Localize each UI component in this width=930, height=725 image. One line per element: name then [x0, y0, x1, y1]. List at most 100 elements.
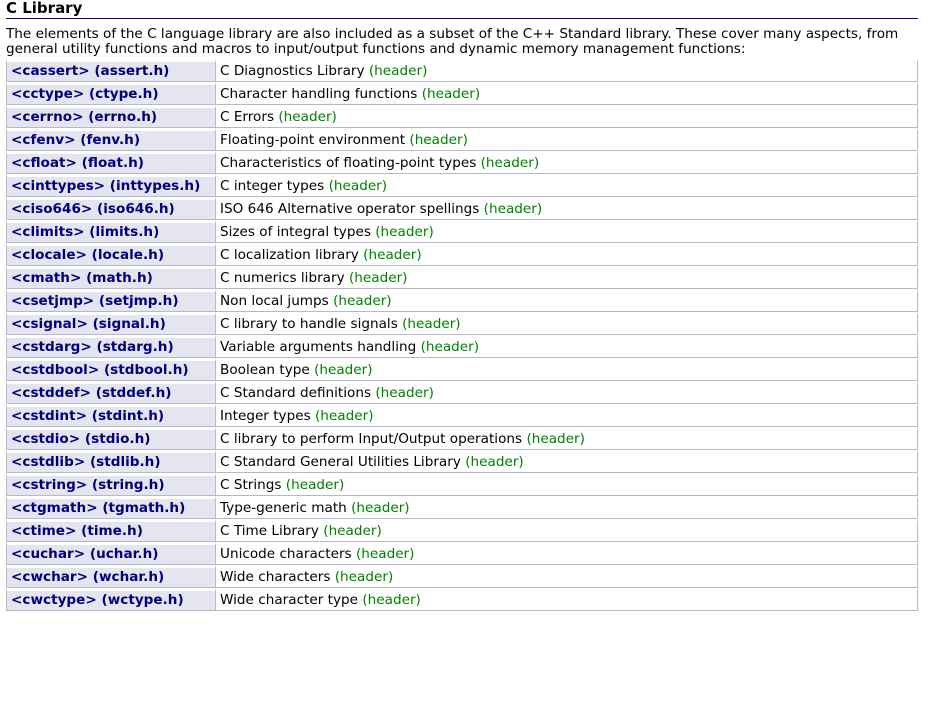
description-text: Wide character type: [220, 592, 359, 608]
header-link[interactable]: <cerrno> (errno.h): [11, 109, 157, 125]
table-row: <cassert> (assert.h) C Diagnostics Libra…: [6, 59, 918, 82]
header-kind-label: (header): [421, 86, 481, 102]
header-link[interactable]: <cstdint> (stdint.h): [11, 408, 164, 424]
header-cell: <cerrno> (errno.h): [6, 105, 216, 128]
header-link[interactable]: <cfenv> (fenv.h): [11, 132, 140, 148]
header-link[interactable]: <cstdlib> (stdlib.h): [11, 454, 161, 470]
header-cell: <cfloat> (float.h): [6, 151, 216, 174]
description-cell: Boolean type (header): [216, 358, 918, 381]
description-cell: Character handling functions (header): [216, 82, 918, 105]
header-link[interactable]: <cstdbool> (stdbool.h): [11, 362, 189, 378]
header-cell: <ctgmath> (tgmath.h): [6, 496, 216, 519]
description-cell: C localization library (header): [216, 243, 918, 266]
header-link[interactable]: <cstring> (string.h): [11, 477, 165, 493]
section-intro: The elements of the C language library a…: [6, 26, 899, 57]
header-kind-label: (header): [323, 523, 382, 539]
header-link[interactable]: <cstdarg> (stdarg.h): [11, 339, 174, 355]
description-text: C Diagnostics Library: [220, 63, 365, 79]
header-cell: <cfenv> (fenv.h): [6, 128, 216, 151]
description-text: Wide characters: [220, 569, 331, 585]
description-text: Unicode characters: [220, 546, 352, 562]
description-cell: C integer types (header): [216, 174, 918, 197]
header-kind-label: (header): [375, 224, 434, 240]
header-cell: <cmath> (math.h): [6, 266, 216, 289]
description-cell: Wide characters (header): [216, 565, 918, 588]
header-link[interactable]: <cuchar> (uchar.h): [11, 546, 158, 562]
header-link[interactable]: <climits> (limits.h): [11, 224, 159, 240]
header-link[interactable]: <cmath> (math.h): [11, 270, 153, 286]
header-kind-label: (header): [278, 109, 337, 125]
description-text: Sizes of integral types: [220, 224, 371, 240]
description-text: C library to handle signals: [220, 316, 398, 332]
header-cell: <cstddef> (stddef.h): [6, 381, 216, 404]
table-row: <cstdarg> (stdarg.h) Variable arguments …: [6, 335, 918, 358]
header-link[interactable]: <ctime> (time.h): [11, 523, 143, 539]
description-text: Boolean type: [220, 362, 310, 378]
description-cell: C Standard General Utilities Library (he…: [216, 450, 918, 473]
header-link[interactable]: <cwchar> (wchar.h): [11, 569, 164, 585]
header-kind-label: (header): [409, 132, 468, 148]
header-cell: <clocale> (locale.h): [6, 243, 216, 266]
header-link[interactable]: <cassert> (assert.h): [11, 63, 169, 79]
description-text: Type-generic math: [220, 500, 347, 516]
header-link[interactable]: <cinttypes> (inttypes.h): [11, 178, 200, 194]
header-kind-label: (header): [348, 270, 408, 286]
header-table: <cassert> (assert.h) C Diagnostics Libra…: [6, 59, 918, 611]
table-row: <cuchar> (uchar.h) Unicode characters (h…: [6, 542, 918, 565]
header-cell: <ctime> (time.h): [6, 519, 216, 542]
description-cell: Type-generic math (header): [216, 496, 918, 519]
table-row: <cmath> (math.h) C numerics library (hea…: [6, 266, 918, 289]
description-cell: Floating-point environment (header): [216, 128, 918, 151]
header-link[interactable]: <cwctype> (wctype.h): [11, 592, 184, 608]
table-row: <ctime> (time.h) C Time Library (header): [6, 519, 918, 542]
description-text: C Time Library: [220, 523, 319, 539]
table-row: <climits> (limits.h) Sizes of integral t…: [6, 220, 918, 243]
header-kind-label: (header): [368, 63, 428, 79]
description-text: Floating-point environment: [220, 132, 406, 148]
description-text: Characteristics of floating-point types: [220, 155, 477, 171]
header-kind-label: (header): [375, 385, 434, 401]
description-cell: C Strings (header): [216, 473, 918, 496]
header-cell: <cuchar> (uchar.h): [6, 542, 216, 565]
header-cell: <csetjmp> (setjmp.h): [6, 289, 216, 312]
description-text: C Strings: [220, 477, 282, 493]
header-link[interactable]: <cfloat> (float.h): [11, 155, 144, 171]
header-kind-label: (header): [363, 247, 422, 263]
description-cell: Unicode characters (header): [216, 542, 918, 565]
header-cell: <cctype> (ctype.h): [6, 82, 216, 105]
header-kind-label: (header): [526, 431, 585, 447]
header-link[interactable]: <ctgmath> (tgmath.h): [11, 500, 185, 516]
description-cell: C Errors (header): [216, 105, 918, 128]
header-link[interactable]: <ciso646> (iso646.h): [11, 201, 175, 217]
header-cell: <cwchar> (wchar.h): [6, 565, 216, 588]
description-cell: C Time Library (header): [216, 519, 918, 542]
description-cell: Integer types (header): [216, 404, 918, 427]
header-link[interactable]: <cstdio> (stdio.h): [11, 431, 150, 447]
header-kind-label: (header): [351, 500, 410, 516]
description-cell: C library to perform Input/Output operat…: [216, 427, 918, 450]
description-cell: Wide character type (header): [216, 588, 918, 611]
header-cell: <cstdio> (stdio.h): [6, 427, 216, 450]
description-text: C integer types: [220, 178, 325, 194]
description-text: Integer types: [220, 408, 311, 424]
table-row: <cstddef> (stddef.h) C Standard definiti…: [6, 381, 918, 404]
description-text: Variable arguments handling: [220, 339, 417, 355]
description-cell: C Diagnostics Library (header): [216, 59, 918, 82]
header-kind-label: (header): [355, 546, 415, 562]
c-library-section: C Library The elements of the C language…: [6, 0, 918, 611]
table-row: <cstdbool> (stdbool.h) Boolean type (hea…: [6, 358, 918, 381]
table-row: <cwchar> (wchar.h) Wide characters (head…: [6, 565, 918, 588]
header-kind-label: (header): [483, 201, 543, 217]
header-link[interactable]: <cctype> (ctype.h): [11, 86, 159, 102]
table-row: <cstdlib> (stdlib.h) C Standard General …: [6, 450, 918, 473]
table-row: <cerrno> (errno.h) C Errors (header): [6, 105, 918, 128]
header-link[interactable]: <csignal> (signal.h): [11, 316, 166, 332]
header-link[interactable]: <clocale> (locale.h): [11, 247, 164, 263]
header-link[interactable]: <cstddef> (stddef.h): [11, 385, 171, 401]
header-link[interactable]: <csetjmp> (setjmp.h): [11, 293, 179, 309]
description-text: C Errors: [220, 109, 275, 125]
table-row: <csetjmp> (setjmp.h) Non local jumps (he…: [6, 289, 918, 312]
description-text: Character handling functions: [220, 86, 418, 102]
description-cell: C numerics library (header): [216, 266, 918, 289]
table-row: <cfenv> (fenv.h) Floating-point environm…: [6, 128, 918, 151]
